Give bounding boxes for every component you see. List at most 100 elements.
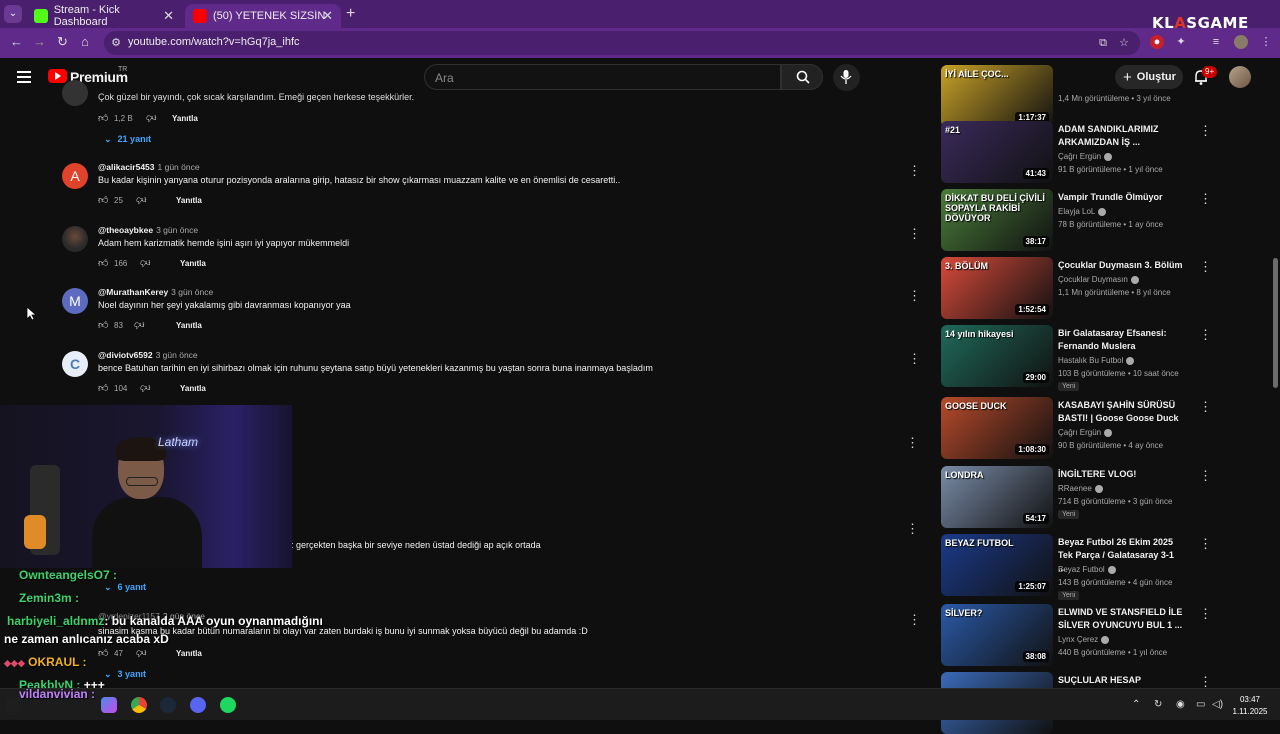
- thumb-down-icon[interactable]: 👍︎: [140, 257, 150, 269]
- discord-icon[interactable]: [190, 697, 206, 713]
- comment-time[interactable]: 3 gün önce: [156, 225, 198, 235]
- comment-menu-icon[interactable]: ⋮: [906, 521, 919, 537]
- hamburger-menu-icon[interactable]: [17, 71, 31, 83]
- youtube-logo-icon[interactable]: [48, 69, 67, 83]
- reply-button[interactable]: Yanıtla: [176, 649, 202, 658]
- video-title[interactable]: Bir Galatasaray Efsanesi: Fernando Musle…: [1058, 327, 1183, 353]
- reply-button[interactable]: Yanıtla: [176, 196, 202, 205]
- reload-icon[interactable]: ↻: [57, 34, 68, 50]
- reply-button[interactable]: Yanıtla: [180, 384, 206, 393]
- tab-youtube-video[interactable]: (50) YETENEK SİZSİNİZ 2.Sİ VE ... ✕: [185, 4, 341, 28]
- comment-author[interactable]: @diviotv6592: [98, 350, 153, 360]
- comment-author[interactable]: @alikacir5453: [98, 162, 155, 172]
- video-card[interactable]: BEYAZ FUTBOL 1:25:07 Beyaz Futbol 26 Ekim …: [941, 534, 1271, 600]
- channel-name[interactable]: Çocuklar Duymasın: [1058, 275, 1139, 284]
- app-icon[interactable]: [101, 697, 117, 713]
- channel-name[interactable]: Lynx Çerez: [1058, 635, 1110, 644]
- video-menu-icon[interactable]: ⋮: [1199, 399, 1212, 415]
- avatar[interactable]: C: [62, 351, 88, 377]
- video-card[interactable]: 3. BÖLÜM 1:52:54 Çocuklar Duymasın 3. Bölü…: [941, 257, 1271, 319]
- video-card[interactable]: 14 yılın hikayesi 29:00 Bir Galatasaray Ef…: [941, 325, 1271, 391]
- thumb-down-icon[interactable]: 👍︎: [140, 382, 150, 394]
- view-replies-button[interactable]: ⌄ 6 yanıt: [104, 582, 146, 593]
- video-menu-icon[interactable]: ⋮: [1199, 606, 1212, 622]
- video-card[interactable]: SİLVER? 38:08 ELWIND VE STANSFIELD İLE SİL…: [941, 604, 1271, 666]
- steam-icon[interactable]: [160, 697, 176, 713]
- comment-menu-icon[interactable]: ⋮: [908, 226, 921, 242]
- tab-kick-dashboard[interactable]: Stream - Kick Dashboard ✕: [26, 4, 182, 28]
- thumb-up-icon[interactable]: 👍︎: [98, 382, 108, 394]
- video-title[interactable]: İNGİLTERE VLOG!: [1058, 468, 1183, 481]
- comment-menu-icon[interactable]: ⋮: [908, 612, 921, 628]
- sync-icon[interactable]: ↻: [1154, 699, 1162, 710]
- thumb-up-icon[interactable]: 👍︎: [98, 257, 108, 269]
- video-thumbnail[interactable]: LONDRA 54:17: [941, 466, 1053, 528]
- url-text[interactable]: youtube.com/watch?v=hGq7ja_ihfc: [128, 36, 300, 48]
- video-card[interactable]: İYİ AİLE ÇOC... 1:17:37 1,4 Mn görüntüleme…: [941, 65, 1271, 127]
- new-tab-plus-icon[interactable]: +: [346, 5, 355, 23]
- video-thumbnail[interactable]: 3. BÖLÜM 1:52:54: [941, 257, 1053, 319]
- avatar[interactable]: A: [62, 163, 88, 189]
- video-thumbnail[interactable]: #21 41:43: [941, 121, 1053, 183]
- system-clock[interactable]: 03:47 1.11.2025: [1228, 694, 1272, 718]
- profile-avatar[interactable]: [1234, 35, 1248, 49]
- extension-icon[interactable]: ●: [1150, 35, 1164, 49]
- install-app-icon[interactable]: ⧉: [1096, 36, 1110, 50]
- channel-name[interactable]: Beyaz Futbol: [1058, 565, 1116, 574]
- bookmark-star-icon[interactable]: ☆: [1117, 36, 1131, 50]
- thumb-down-icon[interactable]: 👍︎: [136, 194, 146, 206]
- comment-menu-icon[interactable]: ⋮: [908, 351, 921, 367]
- comment-time[interactable]: 3 gün önce: [156, 350, 198, 360]
- video-card[interactable]: DİKKAT BU DELİ ÇİVİLİ SOPAYLA RAKİBİ DÖV…: [941, 189, 1271, 251]
- voice-search-button[interactable]: [833, 64, 860, 91]
- video-title[interactable]: KASABAYI ŞAHİN SÜRÜSÜ BASTI! | Goose Goo…: [1058, 399, 1183, 425]
- chrome-icon[interactable]: [131, 697, 147, 713]
- search-input[interactable]: Ara: [424, 64, 781, 90]
- video-thumbnail[interactable]: İYİ AİLE ÇOC... 1:17:37: [941, 65, 1053, 127]
- home-icon[interactable]: ⌂: [81, 34, 89, 49]
- tray-chevron-icon[interactable]: ⌃: [1132, 699, 1140, 710]
- view-replies-button[interactable]: ⌄ 3 yanıt: [104, 669, 146, 680]
- comment-menu-icon[interactable]: ⋮: [906, 435, 919, 451]
- video-thumbnail[interactable]: SİLVER? 38:08: [941, 604, 1053, 666]
- reading-list-icon[interactable]: ≡: [1209, 35, 1223, 49]
- comment-time[interactable]: 3 gün önce: [171, 287, 213, 297]
- video-card[interactable]: LONDRA 54:17 İNGİLTERE VLOG! RRaenee 714 B g…: [941, 466, 1271, 528]
- thumb-down-icon[interactable]: 👍︎: [136, 647, 146, 659]
- back-arrow-icon[interactable]: ←: [10, 34, 23, 49]
- tray-mic-icon[interactable]: ◉: [1176, 699, 1185, 710]
- thumb-up-icon[interactable]: 👍︎: [98, 194, 108, 206]
- comment-author[interactable]: @MurathanKerey: [98, 287, 168, 297]
- video-menu-icon[interactable]: ⋮: [1199, 259, 1212, 275]
- site-info-icon[interactable]: ⚙: [109, 36, 123, 50]
- page-scrollbar[interactable]: [1271, 58, 1280, 688]
- video-menu-icon[interactable]: ⋮: [1199, 536, 1212, 552]
- video-menu-icon[interactable]: ⋮: [1199, 468, 1212, 484]
- reply-button[interactable]: Yanıtla: [172, 114, 198, 123]
- video-thumbnail[interactable]: BEYAZ FUTBOL 1:25:07: [941, 534, 1053, 596]
- search-button[interactable]: [781, 64, 823, 90]
- avatar[interactable]: M: [62, 288, 88, 314]
- comment-time[interactable]: 1 gün önce: [158, 162, 200, 172]
- avatar[interactable]: [62, 226, 88, 252]
- video-card[interactable]: GOOSE DUCK 1:08:30 KASABAYI ŞAHİN SÜRÜSÜ B…: [941, 397, 1271, 459]
- extensions-puzzle-icon[interactable]: ✦: [1174, 35, 1188, 49]
- volume-icon[interactable]: ◁): [1212, 699, 1223, 710]
- video-thumbnail[interactable]: GOOSE DUCK 1:08:30: [941, 397, 1053, 459]
- video-menu-icon[interactable]: ⋮: [1199, 123, 1212, 139]
- thumb-up-icon[interactable]: 👍︎: [98, 647, 108, 659]
- tab-search-button[interactable]: ⌄: [4, 5, 22, 23]
- thumb-up-icon[interactable]: 👍︎: [98, 319, 108, 331]
- channel-name[interactable]: RRaenee: [1058, 484, 1103, 493]
- comment-author[interactable]: @theoaybkee: [98, 225, 153, 235]
- close-icon[interactable]: ✕: [322, 8, 333, 24]
- thumb-up-icon[interactable]: 👍︎: [98, 112, 108, 124]
- view-replies-button[interactable]: ⌄ 21 yanıt: [104, 134, 151, 145]
- reply-button[interactable]: Yanıtla: [180, 259, 206, 268]
- video-menu-icon[interactable]: ⋮: [1199, 191, 1212, 207]
- channel-name[interactable]: Çağrı Ergün: [1058, 152, 1113, 161]
- spotify-icon[interactable]: [220, 697, 236, 713]
- thumb-down-icon[interactable]: 👍︎: [134, 319, 144, 331]
- channel-name[interactable]: Hastalık Bu Futbol: [1058, 356, 1135, 365]
- video-card[interactable]: #21 41:43 ADAM SANDIKLARIMIZ ARKAMIZDAN İŞ…: [941, 121, 1271, 183]
